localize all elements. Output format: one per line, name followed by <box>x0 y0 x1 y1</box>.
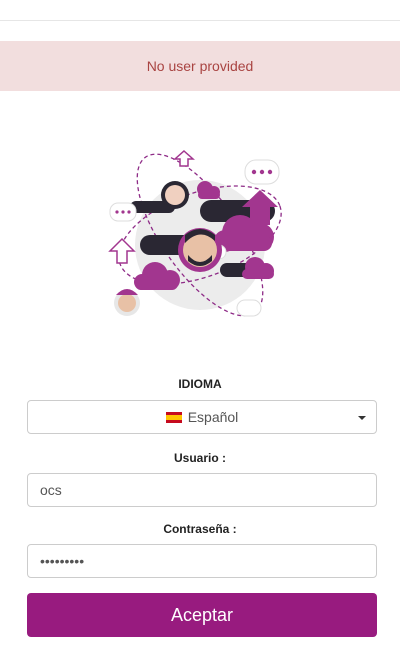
top-bar <box>0 0 400 21</box>
language-label: IDIOMA <box>178 377 222 391</box>
error-alert: No user provided <box>0 41 400 91</box>
community-illustration <box>108 149 282 317</box>
username-input[interactable] <box>27 473 377 507</box>
accept-button[interactable]: Aceptar <box>27 593 377 637</box>
language-select[interactable]: Español <box>27 400 377 434</box>
alert-message: No user provided <box>146 58 254 74</box>
spain-flag-icon <box>165 411 182 423</box>
password-label: Contraseña : <box>163 522 237 536</box>
caret-down-icon <box>358 416 366 420</box>
username-label: Usuario : <box>173 451 226 465</box>
password-input[interactable] <box>27 544 377 578</box>
language-selected-value: Español <box>187 409 239 425</box>
